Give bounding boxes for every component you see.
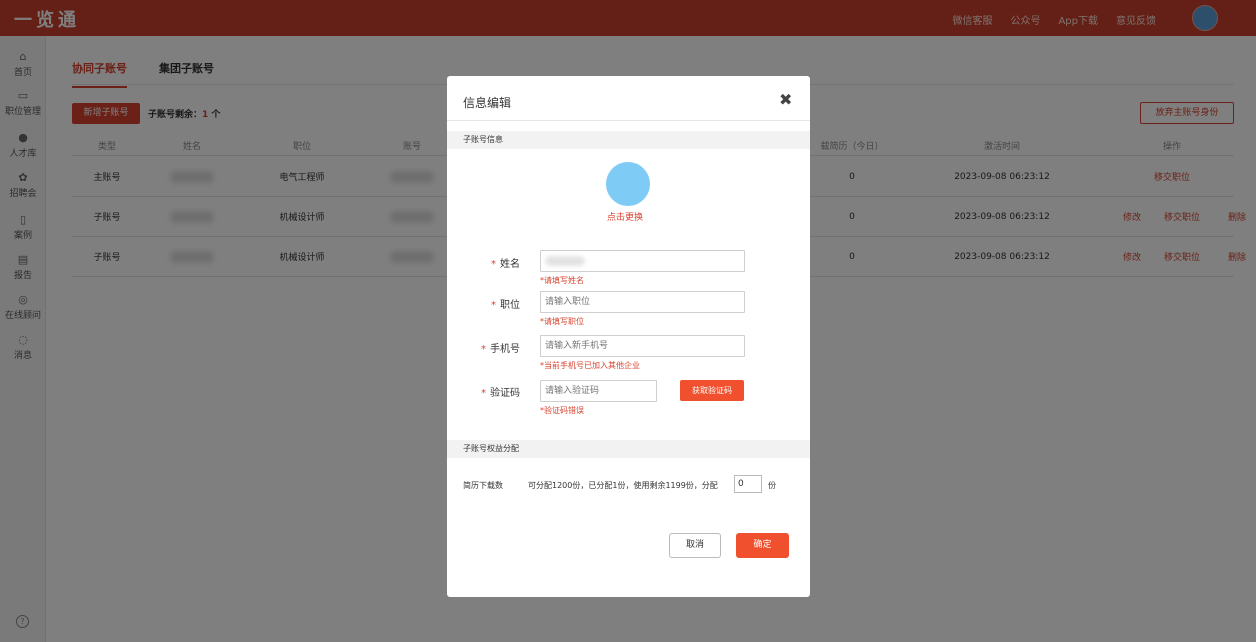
position-field[interactable] <box>540 291 745 313</box>
position-error: *请填写职位 <box>540 317 584 326</box>
avatar[interactable] <box>606 162 650 206</box>
allocation-input[interactable]: 0 <box>734 475 762 493</box>
change-avatar-link[interactable]: 点击更换 <box>607 210 643 223</box>
section-subaccount-info: 子账号信息 <box>447 131 810 149</box>
close-icon[interactable]: ✖ <box>779 92 792 108</box>
dialog-divider <box>447 120 810 121</box>
confirm-button[interactable]: 确定 <box>736 533 789 558</box>
name-error: *请填写姓名 <box>540 276 584 285</box>
name-field[interactable] <box>540 250 745 272</box>
code-label: * 验证码 <box>481 388 520 399</box>
allocation-unit: 份 <box>768 481 776 490</box>
dialog-title: 信息编辑 <box>463 96 512 110</box>
code-error: *验证码错误 <box>540 406 584 415</box>
edit-info-dialog: 信息编辑 ✖ 子账号信息 点击更换 *姓名 *请填写姓名 *职位 *请填写职位 … <box>447 76 810 597</box>
phone-error: *当前手机号已加入其他企业 <box>540 361 640 370</box>
phone-label: * 手机号 <box>481 344 520 355</box>
get-code-button[interactable]: 获取验证码 <box>680 380 744 401</box>
name-label: * 姓名 <box>491 259 520 270</box>
position-label: * 职位 <box>491 300 520 311</box>
resume-download-label: 简历下载数 <box>463 481 503 490</box>
phone-field[interactable] <box>540 335 745 357</box>
redacted-name-value <box>545 255 585 266</box>
section-subaccount-rights: 子账号权益分配 <box>447 440 810 458</box>
cancel-button[interactable]: 取消 <box>669 533 721 558</box>
verification-code-field[interactable] <box>540 380 657 402</box>
resume-allocation-text: 可分配1200份，已分配1份，使用剩余1199份，分配 <box>528 481 718 490</box>
